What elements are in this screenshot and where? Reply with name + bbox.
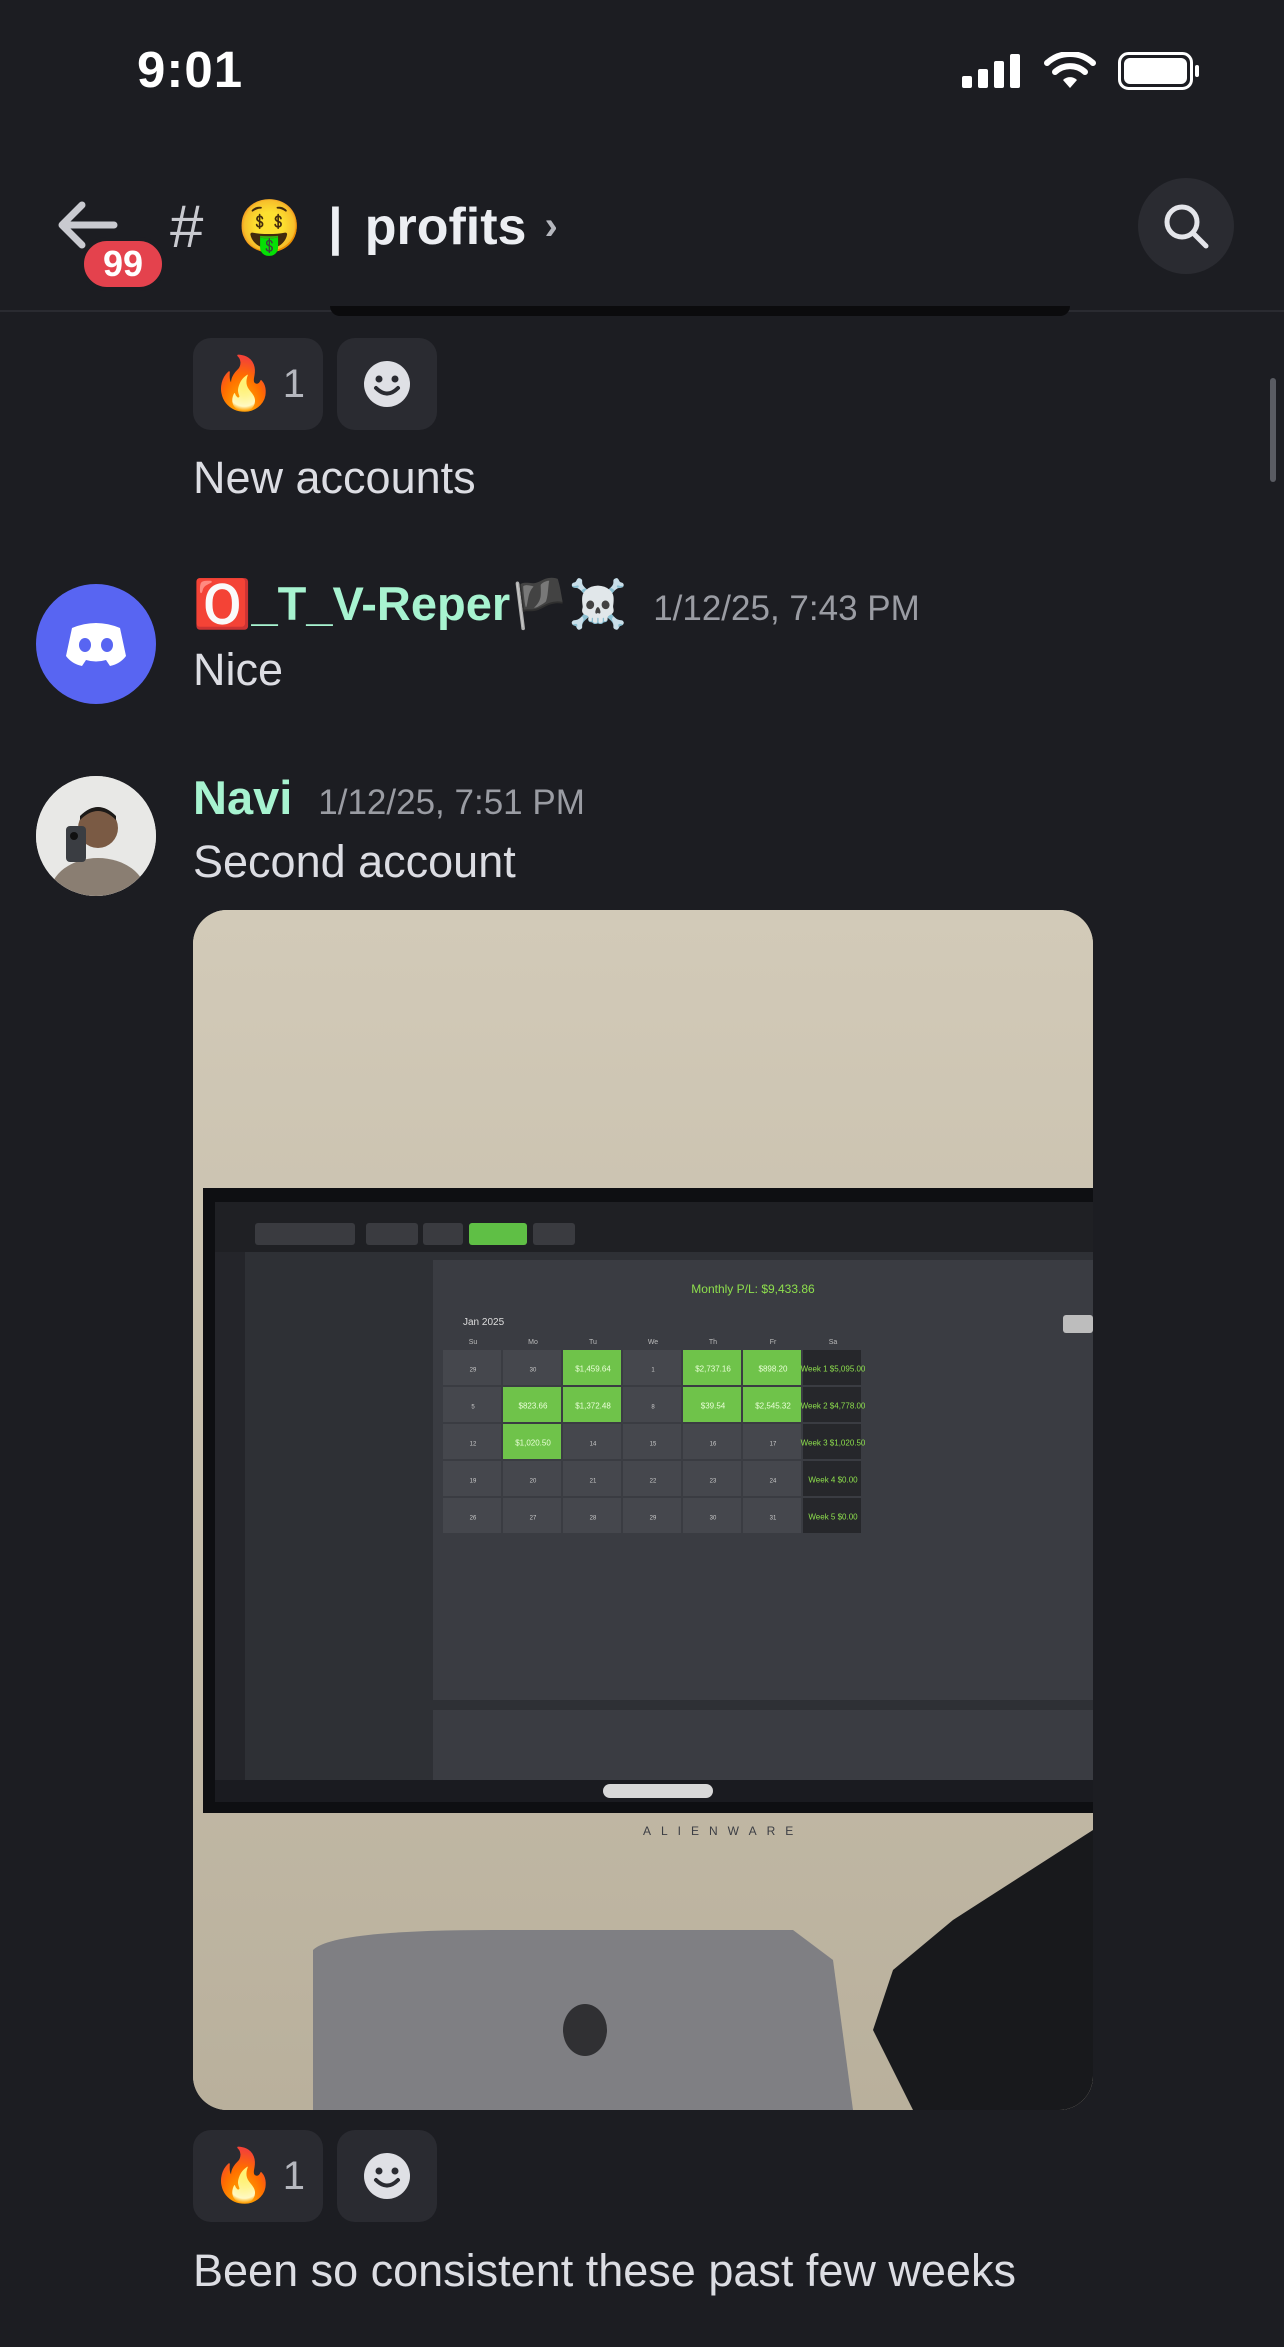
smiley-icon [364,2153,410,2199]
username[interactable]: 🅾️_T_V-Reper🏴☠️ [193,576,627,632]
calendar-day-label: Su [469,1339,478,1346]
calendar-cell-value: 31 [770,1516,777,1522]
calendar-cell-value: 19 [470,1479,477,1485]
status-time: 9:01 [137,41,244,98]
calendar-cell-value: $1,459.64 [575,1365,611,1374]
calendar-cell-value: 12 [470,1442,477,1448]
calendar-cell-value: 15 [650,1442,657,1448]
discord-logo-icon [66,623,126,666]
calendar-cell-value: $898.20 [759,1365,788,1374]
calendar-cell-value: 27 [530,1516,537,1522]
screen-title: Monthly P/L: $9,433.86 [691,1282,815,1296]
calendar-cell-value: 22 [650,1479,657,1485]
calendar-cell-value: 30 [710,1516,717,1522]
reaction-count: 1 [282,2153,305,2198]
reaction-count: 1 [282,361,305,406]
timestamp: 1/12/25, 7:43 PM [653,589,920,628]
calendar-cell-value: 17 [770,1442,777,1448]
calendar-cell-value: $823.66 [519,1402,548,1411]
calendar-cell-value: $39.54 [701,1402,726,1411]
chevron-right-icon: › [544,204,558,248]
message-header: Navi 1/12/25, 7:51 PM [193,770,585,825]
fire-icon: 🔥 [211,355,276,413]
calendar-cell-value: $2,545.32 [755,1402,791,1411]
smiley-icon [364,361,410,407]
calendar-cell-value: 24 [770,1479,777,1485]
scrollbar[interactable] [1270,378,1276,482]
calendar-cell-value: 26 [470,1516,477,1522]
channel-title[interactable]: # 🤑 | profits › [170,192,558,261]
calendar-day-label: Tu [589,1339,597,1346]
status-bar: 9:01 [0,0,1284,150]
message-text: Nice [193,644,284,695]
calendar-cell-value: Week 4 $0.00 [808,1476,858,1485]
calendar-cell-value: 28 [590,1516,597,1522]
hash-icon: # [170,193,204,260]
fire-icon: 🔥 [211,2147,276,2205]
message-text: Been so consistent these past few weeks [193,2245,1016,2296]
username[interactable]: Navi [193,770,292,825]
wifi-icon [1044,52,1096,88]
calendar-cell-value: Week 1 $5,095.00 [801,1365,866,1374]
reaction-row: 🔥 1 [193,338,437,430]
calendar-cell-value: Week 2 $4,778.00 [801,1402,866,1411]
previous-image-edge [330,306,1070,316]
calendar-cell-value: $1,020.50 [515,1439,551,1448]
add-reaction-button[interactable] [337,2130,437,2222]
calendar-cell-value: 23 [710,1479,717,1485]
calendar-day-label: We [648,1339,658,1346]
fire-reaction[interactable]: 🔥 1 [193,2130,323,2222]
calendar-cell-value: 14 [590,1442,597,1448]
avatar[interactable] [36,776,156,896]
screen-month: Jan 2025 [463,1317,505,1328]
user-photo-icon [36,776,156,896]
calendar-cell-value: Week 5 $0.00 [808,1513,858,1522]
search-icon [1164,204,1209,249]
channel-separator: | [328,197,343,256]
avatar[interactable] [36,584,156,704]
search-button[interactable] [1138,178,1234,274]
calendar-cell-value: 30 [530,1368,537,1374]
reaction-row: 🔥 1 [193,2130,437,2222]
calendar-cell-value: 29 [470,1368,477,1374]
battery-icon [1118,52,1199,90]
monitor-photo: Monthly P/L: $9,433.86 Jan 2025 Su Mo Tu We… [193,910,1093,2110]
channel-name: profits [364,197,527,256]
timestamp: 1/12/25, 7:51 PM [318,783,585,822]
unread-badge: 99 [80,237,166,291]
calendar-day-label: Sa [829,1339,838,1346]
calendar-day-label: Fr [770,1339,777,1346]
channel-header: 99 # 🤑 | profits › [0,150,1284,312]
image-attachment[interactable]: Monthly P/L: $9,433.86 Jan 2025 Su Mo Tu We… [193,910,1093,2110]
message-text: Second account [193,836,516,887]
calendar-day-label: Th [709,1339,717,1346]
calendar-cell-value: 29 [650,1516,657,1522]
calendar-day-label: Mo [528,1339,538,1346]
status-icons [962,52,1200,90]
calendar-cell-value: 21 [590,1479,597,1485]
channel-emoji: 🤑 [237,198,303,256]
calendar-cell-value: $2,737.16 [695,1365,731,1374]
calendar-cell-value: $1,372.48 [575,1402,611,1411]
add-reaction-button[interactable] [337,338,437,430]
calendar-cell-value: Week 3 $1,020.50 [801,1439,866,1448]
calendar-cell-value: 16 [710,1442,717,1448]
monitor-brand: ALIENWARE [643,1824,803,1838]
message-text: New accounts [193,452,476,503]
calendar-cell-value: 20 [530,1479,537,1485]
signal-icon [962,54,1020,88]
fire-reaction[interactable]: 🔥 1 [193,338,323,430]
message-header: 🅾️_T_V-Reper🏴☠️ 1/12/25, 7:43 PM [193,576,920,632]
